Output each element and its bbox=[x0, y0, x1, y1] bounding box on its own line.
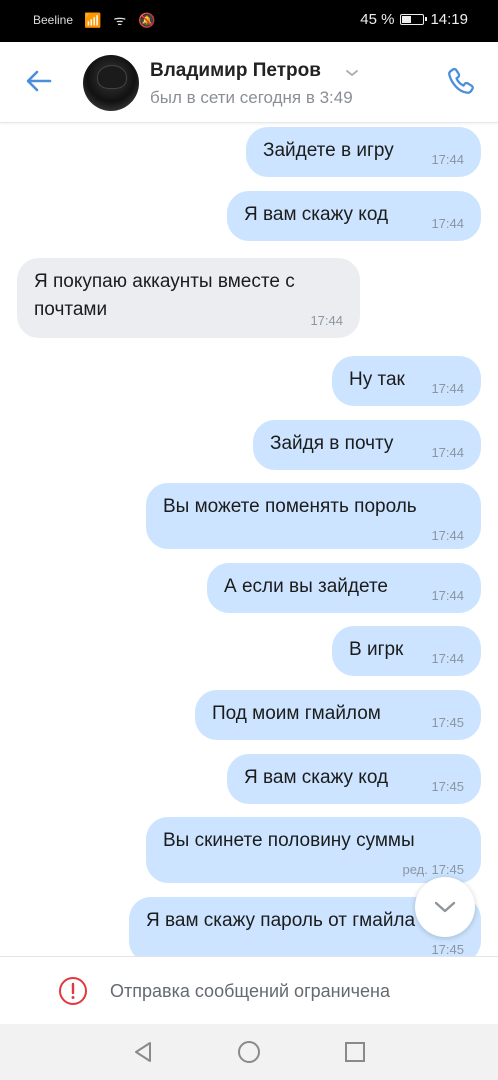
message-time: ред. 17:45 bbox=[402, 862, 464, 877]
back-arrow-icon[interactable] bbox=[22, 64, 56, 98]
nav-recent-apps-icon[interactable] bbox=[344, 1041, 366, 1063]
contact-name[interactable]: Владимир Петров bbox=[150, 60, 321, 82]
message-bubble-incoming[interactable]: Я покупаю аккаунты вместе с почтами 17:4… bbox=[17, 258, 360, 338]
message-text: Я вам скажу код bbox=[244, 204, 389, 225]
message-time: 17:44 bbox=[431, 152, 464, 167]
avatar[interactable] bbox=[83, 55, 139, 111]
message-bubble-outgoing[interactable]: Зайдя в почту 17:44 bbox=[253, 420, 481, 470]
message-time: 17:44 bbox=[310, 313, 343, 328]
nav-back-icon[interactable] bbox=[131, 1040, 155, 1064]
status-right: 45 % 14:19 bbox=[360, 11, 468, 28]
message-bubble-outgoing[interactable]: Я вам скажу код 17:45 bbox=[227, 754, 481, 804]
message-text: Вы можете поменять пороль bbox=[163, 496, 417, 517]
chat-header: Владимир Петров был в сети сегодня в 3:4… bbox=[0, 42, 498, 123]
message-text: Я вам скажу код bbox=[244, 767, 389, 788]
message-bubble-outgoing[interactable]: В игрк 17:44 bbox=[332, 626, 481, 676]
chevron-down-icon bbox=[434, 901, 456, 913]
message-time: 17:44 bbox=[431, 651, 464, 666]
message-list[interactable]: Зайдете в игру 17:44 Я вам скажу код 17:… bbox=[0, 123, 498, 956]
message-bubble-outgoing[interactable]: Я вам скажу код 17:44 bbox=[227, 191, 481, 241]
message-text: Под моим гмайлом bbox=[212, 703, 381, 724]
message-text: Я вам скажу пароль от гмайла bbox=[146, 910, 416, 931]
restriction-banner: Отправка сообщений ограничена bbox=[0, 956, 498, 1025]
message-text: А если вы зайдете bbox=[224, 576, 388, 597]
battery-fill bbox=[402, 16, 412, 23]
chevron-down-icon[interactable] bbox=[345, 68, 359, 78]
message-time: 17:45 bbox=[431, 779, 464, 794]
phone-icon[interactable] bbox=[444, 64, 480, 100]
message-bubble-outgoing[interactable]: Вы скинете половину суммы ред. 17:45 bbox=[146, 817, 481, 883]
message-text: Зайдете в игру bbox=[263, 140, 394, 161]
restriction-message: Отправка сообщений ограничена bbox=[110, 981, 390, 1001]
message-time: 17:45 bbox=[431, 942, 464, 956]
status-bar: Beeline 📶 ᯤ 🔕 45 % 14:19 bbox=[0, 0, 498, 42]
system-navigation-bar bbox=[0, 1024, 498, 1080]
message-text: Вы скинете половину суммы bbox=[163, 830, 415, 851]
clock: 14:19 bbox=[430, 11, 468, 28]
warning-icon bbox=[59, 977, 87, 1005]
message-bubble-outgoing[interactable]: Зайдете в игру 17:44 bbox=[246, 127, 481, 177]
message-text: Я покупаю аккаунты вместе с почтами bbox=[34, 271, 295, 320]
message-time: 17:44 bbox=[431, 216, 464, 231]
message-text: Зайдя в почту bbox=[270, 433, 394, 454]
message-time: 17:44 bbox=[431, 445, 464, 460]
signal-wifi-mute-icons: 📶 ᯤ 🔕 bbox=[84, 12, 160, 28]
last-seen-status: был в сети сегодня в 3:49 bbox=[150, 88, 353, 107]
carrier-label: Beeline bbox=[33, 13, 74, 27]
message-bubble-outgoing[interactable]: Ну так 17:44 bbox=[332, 356, 481, 406]
message-time: 17:45 bbox=[431, 715, 464, 730]
message-text: В игрк bbox=[349, 639, 404, 660]
message-bubble-outgoing[interactable]: Вы можете поменять пороль 17:44 bbox=[146, 483, 481, 549]
battery-percent: 45 % bbox=[360, 11, 395, 28]
message-bubble-outgoing[interactable]: А если вы зайдете 17:44 bbox=[207, 563, 481, 613]
battery-icon bbox=[400, 14, 428, 25]
nav-home-icon[interactable] bbox=[237, 1040, 261, 1064]
scroll-to-bottom-button[interactable] bbox=[415, 877, 475, 937]
message-time: 17:44 bbox=[431, 588, 464, 603]
message-bubble-outgoing[interactable]: Под моим гмайлом 17:45 bbox=[195, 690, 481, 740]
message-time: 17:44 bbox=[431, 528, 464, 543]
message-time: 17:44 bbox=[431, 381, 464, 396]
message-text: Ну так bbox=[349, 369, 405, 390]
